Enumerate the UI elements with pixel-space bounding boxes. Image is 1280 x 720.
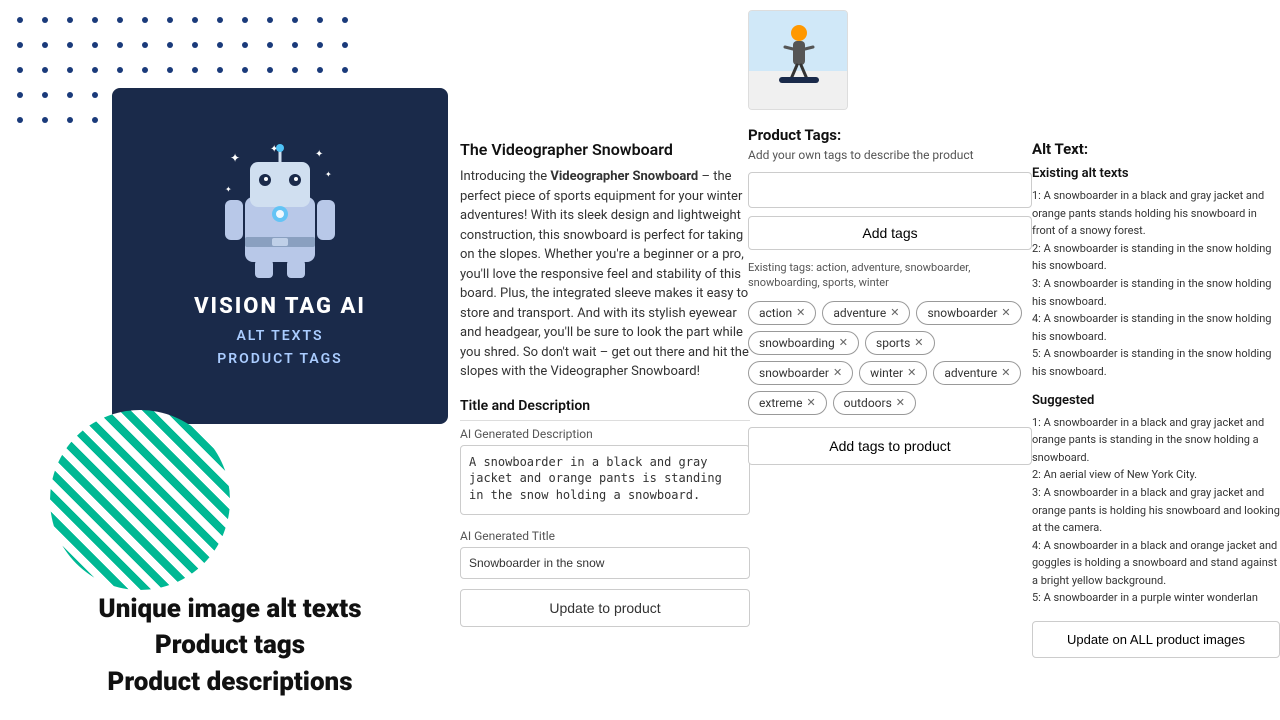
alt-text-panel: Alt Text: Existing alt texts 1: A snowbo… — [1032, 140, 1280, 700]
existing-alt-texts-title: Existing alt texts — [1032, 166, 1280, 181]
svg-text:✦: ✦ — [225, 185, 232, 194]
tag-snowboarder-2-remove[interactable]: ✕ — [833, 366, 842, 379]
suggested-item-3: 3: A snowboarder in a black and gray jac… — [1032, 484, 1280, 537]
tagline-block: Unique image alt texts Product tags Prod… — [0, 591, 460, 700]
logo-subtitle: ALT TEXTS PRODUCT TAGS — [217, 325, 342, 370]
existing-alt-texts-list: 1: A snowboarder in a black and gray jac… — [1032, 187, 1280, 381]
tag-snowboarding-remove[interactable]: ✕ — [839, 336, 848, 349]
add-tags-button[interactable]: Add tags — [748, 216, 1032, 250]
alt-text-item-4: 4: A snowboarder is standing in the snow… — [1032, 310, 1280, 345]
tagline-line-3: Product descriptions — [0, 664, 460, 700]
tag-sports-remove[interactable]: ✕ — [914, 336, 923, 349]
tag-extreme-remove[interactable]: ✕ — [806, 396, 815, 409]
tag-adventure[interactable]: adventure ✕ — [822, 301, 910, 325]
existing-tags-label: Existing tags: action, adventure, snowbo… — [748, 260, 1032, 291]
product-description: Introducing the Videographer Snowboard –… — [460, 167, 750, 382]
tag-extreme[interactable]: extreme ✕ — [748, 391, 827, 415]
tag-adventure-2[interactable]: adventure ✕ — [933, 361, 1021, 385]
tag-input-field[interactable] — [748, 172, 1032, 208]
tag-snowboarding[interactable]: snowboarding ✕ — [748, 331, 859, 355]
section-title-title-desc: Title and Description — [460, 398, 750, 421]
tag-winter-remove[interactable]: ✕ — [907, 366, 916, 379]
tag-outdoors-remove[interactable]: ✕ — [896, 396, 905, 409]
middle-panel: The Videographer Snowboard Introducing t… — [460, 140, 750, 710]
alt-text-item-2: 2: A snowboarder is standing in the snow… — [1032, 240, 1280, 275]
tag-winter[interactable]: winter ✕ — [859, 361, 927, 385]
tags-panel-title: Product Tags: — [748, 126, 1032, 144]
logo-card: ✦ ✦ ✦ ✦ ✦ VISION TAG AI ALT TEXTS PRODUC… — [112, 88, 448, 424]
ai-description-textarea[interactable]: A snowboarder in a black and gray jacket… — [460, 445, 750, 515]
alt-text-item-1: 1: A snowboarder in a black and gray jac… — [1032, 187, 1280, 240]
robot-icon: ✦ ✦ ✦ ✦ ✦ — [220, 142, 340, 282]
ai-title-input[interactable] — [460, 547, 750, 579]
ai-title-label: AI Generated Title — [460, 529, 750, 543]
tagline-line-2: Product tags — [0, 627, 460, 663]
suggested-alt-texts-title: Suggested — [1032, 393, 1280, 408]
tag-outdoors[interactable]: outdoors ✕ — [833, 391, 916, 415]
suggested-item-2: 2: An aerial view of New York City. — [1032, 466, 1280, 484]
tags-panel-subtitle: Add your own tags to describe the produc… — [748, 148, 1032, 162]
alt-text-item-5: 5: A snowboarder is standing in the snow… — [1032, 345, 1280, 380]
tags-container: action ✕ adventure ✕ snowboarder ✕ snowb… — [748, 301, 1032, 415]
teal-circle-decoration — [50, 410, 230, 590]
tag-snowboarder-2[interactable]: snowboarder ✕ — [748, 361, 853, 385]
tag-action-remove[interactable]: ✕ — [796, 306, 805, 319]
add-tags-to-product-button[interactable]: Add tags to product — [748, 427, 1032, 465]
product-title: The Videographer Snowboard — [460, 140, 750, 159]
tag-sports[interactable]: sports ✕ — [865, 331, 934, 355]
tag-adventure-remove[interactable]: ✕ — [890, 306, 899, 319]
update-all-product-images-button[interactable]: Update on ALL product images — [1032, 621, 1280, 658]
tag-adventure-2-remove[interactable]: ✕ — [1001, 366, 1010, 379]
alt-text-section-title: Alt Text: — [1032, 140, 1280, 158]
suggested-alt-texts-list: 1: A snowboarder in a black and gray jac… — [1032, 414, 1280, 608]
svg-text:✦: ✦ — [325, 170, 332, 179]
suggested-item-5: 5: A snowboarder in a purple winter wond… — [1032, 589, 1280, 607]
svg-text:✦: ✦ — [230, 151, 240, 165]
tags-panel: Product Tags: Add your own tags to descr… — [748, 10, 1032, 710]
logo-title: VISION TAG AI — [194, 294, 366, 319]
alt-text-item-3: 3: A snowboarder is standing in the snow… — [1032, 275, 1280, 310]
svg-text:✦: ✦ — [315, 149, 323, 160]
update-to-product-button[interactable]: Update to product — [460, 589, 750, 627]
ai-description-label: AI Generated Description — [460, 427, 750, 441]
tag-action[interactable]: action ✕ — [748, 301, 816, 325]
suggested-item-4: 4: A snowboarder in a black and orange j… — [1032, 537, 1280, 590]
tag-snowboarder-1-remove[interactable]: ✕ — [1001, 306, 1010, 319]
tag-snowboarder-1[interactable]: snowboarder ✕ — [916, 301, 1021, 325]
suggested-item-1: 1: A snowboarder in a black and gray jac… — [1032, 414, 1280, 467]
tagline-line-1: Unique image alt texts — [0, 591, 460, 627]
